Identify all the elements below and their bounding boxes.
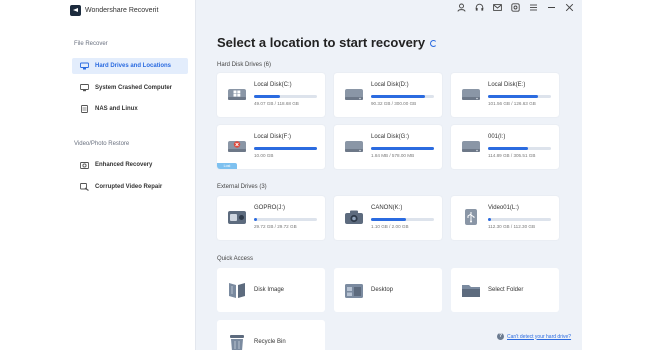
folder-icon — [462, 285, 480, 297]
drive-usage: 101.56 GB / 126.63 GB — [488, 101, 536, 106]
usage-bar-fill — [488, 95, 539, 98]
quick-access-label: Disk Image — [254, 287, 285, 293]
usage-bar — [488, 218, 551, 221]
drive-usage: 1.10 GB / 2.00 GB — [371, 224, 409, 229]
drive-card[interactable]: Video01(L:) 112.30 GB / 112.30 GB — [451, 196, 559, 240]
sidebar-item-label: Corrupted Video Repair — [95, 184, 163, 190]
section-hard-disk-drives: Hard Disk Drives (6) — [217, 62, 272, 68]
section-external-drives: External Drives (3) — [217, 184, 267, 190]
usage-bar-fill — [254, 95, 280, 98]
camera-icon — [345, 210, 363, 224]
usage-bar-fill — [488, 218, 491, 221]
quick-access-select-folder[interactable]: Select Folder — [451, 268, 559, 312]
quick-access-disk-image[interactable]: Disk Image — [217, 268, 325, 312]
drive-card[interactable]: GOPRO(J:) 29.72 GB / 29.72 GB — [217, 196, 325, 240]
sidebar-item-label: Enhanced Recovery — [95, 162, 153, 168]
section-file-recover: File Recover — [74, 41, 108, 47]
drive-name: GOPRO(J:) — [254, 205, 285, 211]
hard-drive-icon — [80, 62, 89, 70]
usage-bar-fill — [254, 218, 257, 221]
windows-drive-icon — [228, 89, 246, 100]
sidebar: Wondershare Recoverit File Recover Hard … — [62, 0, 196, 350]
sidebar-item-label: Hard Drives and Locations — [95, 63, 172, 69]
sidebar-item-enhanced-recovery[interactable]: Enhanced Recovery — [72, 157, 188, 173]
lost-badge: Lost — [217, 163, 237, 169]
drive-card[interactable]: Local Disk(E:) 101.56 GB / 126.63 GB — [451, 73, 559, 117]
sidebar-item-system-crashed[interactable]: System Crashed Computer — [72, 80, 188, 96]
drive-name: Video01(L:) — [488, 205, 519, 211]
nas-icon — [80, 105, 89, 113]
quick-access-desktop[interactable]: Desktop — [334, 268, 442, 312]
question-icon: ? — [497, 333, 504, 340]
drive-usage: 49.07 GB / 118.68 GB — [254, 101, 299, 106]
usage-bar — [254, 95, 317, 98]
drive-usage: 10.00 GB — [254, 153, 274, 158]
drive-name: 001(I:) — [488, 134, 506, 140]
disk-image-icon — [229, 283, 245, 298]
help-link[interactable]: ? Can't detect your hard drive? — [497, 333, 571, 340]
video-repair-icon — [80, 183, 89, 191]
drive-usage: 112.30 GB / 112.30 GB — [488, 224, 536, 229]
refresh-icon[interactable] — [430, 40, 438, 48]
usage-bar-fill — [371, 147, 434, 150]
usage-bar — [371, 95, 434, 98]
drive-name: Local Disk(C:) — [254, 82, 292, 88]
section-video-photo-restore: Video/Photo Restore — [74, 141, 130, 147]
main-content: Select a location to start recovery Hard… — [217, 0, 577, 350]
drive-name: Local Disk(D:) — [371, 82, 409, 88]
app-title: Wondershare Recoverit — [85, 6, 159, 14]
sidebar-item-label: NAS and Linux — [95, 106, 138, 112]
drive-name: Local Disk(F:) — [254, 134, 292, 140]
app-window: Wondershare Recoverit File Recover Hard … — [62, 0, 582, 350]
quick-access-recycle-bin[interactable]: Recycle Bin — [217, 320, 325, 350]
camera-icon — [80, 161, 89, 169]
sidebar-item-hard-drives[interactable]: Hard Drives and Locations — [72, 58, 188, 74]
usage-bar — [371, 147, 434, 150]
drive-name: Local Disk(E:) — [488, 82, 526, 88]
recycle-bin-icon — [230, 335, 244, 350]
drive-card[interactable]: Local Disk(D:) 90.32 GB / 300.00 GB — [334, 73, 442, 117]
drive-name: CANON(K:) — [371, 205, 403, 211]
drive-icon — [345, 141, 363, 152]
usage-bar — [254, 218, 317, 221]
monitor-icon — [80, 84, 89, 92]
quick-access-label: Desktop — [371, 287, 394, 293]
quick-access-label: Recycle Bin — [254, 339, 286, 345]
drive-icon — [462, 141, 480, 152]
sidebar-item-nas-linux[interactable]: NAS and Linux — [72, 101, 188, 117]
drive-name: Local Disk(G:) — [371, 134, 410, 140]
drive-usage: 29.72 GB / 29.72 GB — [254, 224, 297, 229]
drive-usage: 114.89 GB / 305.51 GB — [488, 153, 536, 158]
brand: Wondershare Recoverit — [70, 3, 158, 17]
usage-bar-fill — [371, 218, 406, 221]
gopro-icon — [228, 211, 246, 224]
usage-bar — [254, 147, 317, 150]
sidebar-item-corrupted-video-repair[interactable]: Corrupted Video Repair — [72, 179, 188, 195]
section-quick-access: Quick Access — [217, 256, 254, 262]
quick-access-label: Select Folder — [488, 287, 524, 293]
usage-bar-fill — [254, 147, 317, 150]
drive-usage: 90.32 GB / 300.00 GB — [371, 101, 417, 106]
usage-bar — [488, 95, 551, 98]
red-drive-icon — [228, 141, 246, 152]
drive-card[interactable]: 001(I:) 114.89 GB / 305.51 GB — [451, 125, 559, 169]
help-link-text: Can't detect your hard drive? — [507, 333, 572, 340]
usage-bar-fill — [488, 147, 528, 150]
usage-bar-fill — [371, 95, 426, 98]
drive-card[interactable]: CANON(K:) 1.10 GB / 2.00 GB — [334, 196, 442, 240]
page-title: Select a location to start recovery — [217, 35, 438, 50]
drive-card[interactable]: Local Disk(F:) 10.00 GB Lost — [217, 125, 325, 169]
page-title-text: Select a location to start recovery — [217, 35, 426, 50]
sidebar-item-label: System Crashed Computer — [95, 85, 173, 91]
drive-card[interactable]: Local Disk(G:) 1.84 MB / 578.00 MB — [334, 125, 442, 169]
usb-icon — [465, 209, 477, 225]
drive-icon — [462, 89, 480, 100]
drive-card[interactable]: Local Disk(C:) 49.07 GB / 118.68 GB — [217, 73, 325, 117]
usage-bar — [371, 218, 434, 221]
desktop-icon — [345, 284, 363, 298]
drive-icon — [345, 89, 363, 100]
usage-bar — [488, 147, 551, 150]
recoverit-logo-icon — [70, 4, 81, 16]
drive-usage: 1.84 MB / 578.00 MB — [371, 153, 415, 158]
